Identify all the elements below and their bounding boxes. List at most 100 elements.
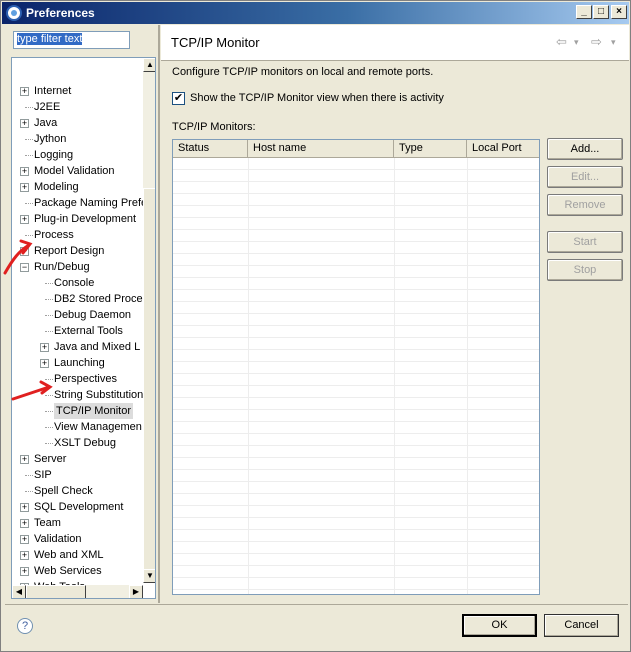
footer-separator (5, 604, 628, 605)
expand-icon[interactable]: + (20, 535, 29, 544)
tree-item-label: Web and XML (34, 549, 104, 561)
column-header-type[interactable]: Type (394, 140, 467, 158)
scroll-up-icon[interactable]: ▲ (143, 58, 155, 72)
start-button-label: Start (573, 236, 597, 248)
help-icon[interactable]: ? (17, 618, 33, 634)
expand-icon[interactable]: + (20, 183, 29, 192)
back-dropdown-icon[interactable]: ▾ (574, 37, 579, 48)
table-empty-row (173, 326, 539, 338)
tree-item[interactable]: External Tools (12, 323, 142, 339)
tree-vertical-scrollbar[interactable]: ▲ ▼ (143, 58, 155, 583)
expand-icon[interactable]: + (20, 119, 29, 128)
tree-item[interactable]: + Web Services (12, 563, 142, 579)
remove-button[interactable]: Remove (547, 194, 623, 216)
tree-item[interactable]: + Modeling (12, 179, 142, 195)
expand-icon[interactable]: + (20, 215, 29, 224)
close-button[interactable]: × (611, 5, 627, 19)
tree-item[interactable]: + Team (12, 515, 142, 531)
scroll-h-thumb[interactable] (26, 585, 86, 598)
scroll-left-icon[interactable]: ◀ (12, 585, 26, 598)
forward-dropdown-icon[interactable]: ▾ (611, 37, 616, 48)
page-header: TCP/IP Monitor ⇦ ▾ ⇨ ▾ (161, 25, 629, 61)
tree-item[interactable]: Perspectives (12, 371, 142, 387)
column-header-local-port[interactable]: Local Port (467, 140, 539, 158)
expand-icon[interactable]: + (20, 455, 29, 464)
tree-item[interactable]: TCP/IP Monitor (12, 403, 142, 419)
forward-icon[interactable]: ⇨ (591, 34, 602, 50)
expand-icon[interactable]: + (20, 247, 29, 256)
expand-icon[interactable]: + (20, 567, 29, 576)
tree-item[interactable]: Process (12, 227, 142, 243)
minimize-button[interactable]: _ (576, 5, 592, 19)
tree-item[interactable]: Console (12, 275, 142, 291)
tree-item-label: Java and Mixed L (54, 341, 141, 353)
table-empty-row (173, 338, 539, 350)
expand-icon[interactable]: + (40, 343, 49, 352)
stop-button[interactable]: Stop (547, 259, 623, 281)
tree-item[interactable]: Logging (12, 147, 142, 163)
table-empty-row (173, 290, 539, 302)
tree-item[interactable]: J2EE (12, 99, 142, 115)
tree-item[interactable]: + Web and XML (12, 547, 142, 563)
tree-item[interactable]: + Internet (12, 83, 142, 99)
cancel-button[interactable]: Cancel (544, 614, 619, 637)
tree-connector (25, 139, 33, 140)
maximize-button[interactable]: □ (593, 5, 609, 19)
scroll-down-icon[interactable]: ▼ (143, 569, 155, 583)
add-button[interactable]: Add... (547, 138, 623, 160)
edit-button[interactable]: Edit... (547, 166, 623, 188)
tree-item[interactable]: + Plug-in Development (12, 211, 142, 227)
table-empty-row (173, 554, 539, 566)
tree-item[interactable]: + Report Design (12, 243, 142, 259)
tree-item-label: Report Design (34, 245, 105, 257)
tree-item[interactable]: XSLT Debug (12, 435, 142, 451)
monitors-table[interactable]: Status Host name Type Local Port (172, 139, 540, 595)
expand-icon[interactable]: + (20, 167, 29, 176)
collapse-icon[interactable]: − (20, 263, 29, 272)
title-bar[interactable]: Preferences _ □ × (2, 2, 629, 24)
tree-item-label: Debug Daemon (54, 309, 132, 321)
show-view-checkbox[interactable]: ✔ (172, 92, 185, 105)
tree-item[interactable]: + Server (12, 451, 142, 467)
remove-button-label: Remove (564, 199, 606, 211)
tree-item[interactable]: SIP (12, 467, 142, 483)
expand-icon[interactable]: + (20, 519, 29, 528)
tree-item[interactable]: − Run/Debug (12, 259, 142, 275)
table-empty-row (173, 230, 539, 242)
filter-input[interactable]: type filter text (13, 31, 130, 49)
column-header-status[interactable]: Status (173, 140, 248, 158)
tree-item-label: Internet (34, 85, 72, 97)
preference-tree[interactable]: + Internet J2EE + Java Jython Logging + Model Va… (11, 57, 156, 599)
tree-item[interactable]: DB2 Stored Proce (12, 291, 143, 307)
expand-icon[interactable]: + (40, 359, 49, 368)
tree-item[interactable]: String Substitution (12, 387, 143, 403)
tree-item[interactable]: + SQL Development (12, 499, 142, 515)
tree-connector (25, 491, 33, 492)
tree-connector (25, 155, 33, 156)
tree-item[interactable]: + Validation (12, 531, 142, 547)
table-empty-row (173, 266, 539, 278)
expand-icon[interactable]: + (20, 87, 29, 96)
expand-icon[interactable]: + (20, 551, 29, 560)
tree-connector (45, 315, 53, 316)
tree-item[interactable]: + Launching (12, 355, 142, 371)
tree-item[interactable]: View Managemen (12, 419, 142, 435)
tree-horizontal-scrollbar[interactable]: ◀ ▶ (12, 585, 143, 598)
show-view-checkbox-label[interactable]: Show the TCP/IP Monitor view when there … (190, 92, 444, 104)
scroll-right-icon[interactable]: ▶ (129, 585, 143, 598)
tree-item[interactable]: + Java and Mixed L (12, 339, 142, 355)
tree-item[interactable]: Jython (12, 131, 142, 147)
tree-item[interactable]: + Java (12, 115, 142, 131)
table-empty-row (173, 566, 539, 578)
scroll-thumb[interactable] (143, 188, 155, 578)
start-button[interactable]: Start (547, 231, 623, 253)
sash[interactable] (158, 25, 160, 603)
expand-icon[interactable]: + (20, 503, 29, 512)
tree-item[interactable]: Debug Daemon (12, 307, 142, 323)
tree-item[interactable]: Spell Check (12, 483, 142, 499)
back-icon[interactable]: ⇦ (556, 34, 567, 50)
column-header-host-name[interactable]: Host name (248, 140, 394, 158)
tree-item[interactable]: Package Naming Prefe (12, 195, 147, 211)
ok-button[interactable]: OK (462, 614, 537, 637)
tree-item[interactable]: + Model Validation (12, 163, 142, 179)
